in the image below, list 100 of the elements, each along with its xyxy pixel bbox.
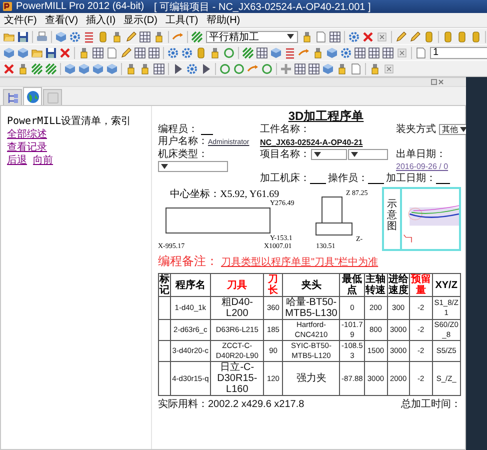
stripes-icon[interactable] (45, 62, 57, 74)
project-dropdown[interactable] (348, 149, 388, 160)
grid-icon[interactable] (148, 46, 160, 58)
menu-item[interactable]: 显示(D) (120, 13, 162, 27)
triangle-icon[interactable] (200, 62, 212, 74)
pencil-icon[interactable] (409, 30, 421, 42)
pencil-icon[interactable] (125, 30, 137, 42)
gear-icon[interactable] (340, 46, 352, 58)
close-icon[interactable] (376, 30, 388, 42)
cutter-icon[interactable] (301, 30, 313, 42)
page-icon[interactable] (415, 46, 427, 58)
nav-link[interactable]: 全部综述 (7, 129, 47, 140)
arrow-icon[interactable] (298, 46, 310, 58)
triangle-icon[interactable] (172, 62, 184, 74)
nav-link[interactable]: 查看记录 (7, 142, 47, 153)
cutter-icon[interactable] (17, 62, 29, 74)
project-dropdown[interactable] (311, 149, 347, 160)
cross-icon[interactable] (362, 30, 374, 42)
bars-icon[interactable] (284, 46, 296, 58)
save-icon[interactable] (45, 46, 57, 58)
cube-icon[interactable] (64, 62, 76, 74)
stripes-icon[interactable] (242, 46, 254, 58)
circle-icon[interactable] (233, 62, 245, 74)
cylinder-icon[interactable] (423, 30, 435, 42)
plus-icon[interactable] (280, 62, 292, 74)
menu-item[interactable]: 插入(I) (82, 13, 120, 27)
restore-icon[interactable] (431, 79, 437, 85)
grid-icon[interactable] (153, 62, 165, 74)
menu-item[interactable]: 帮助(H) (202, 13, 244, 27)
grid-icon[interactable] (139, 30, 151, 42)
cube-icon[interactable] (270, 46, 282, 58)
cylinder-icon[interactable] (195, 46, 207, 58)
clamp-dropdown[interactable]: 其他 (438, 124, 469, 135)
printer-icon[interactable] (36, 30, 48, 42)
page-icon[interactable] (315, 30, 327, 42)
cutter-icon[interactable] (336, 62, 348, 74)
circle-icon[interactable] (223, 46, 235, 58)
cutter-icon[interactable] (312, 46, 324, 58)
field-label: 加工日期： (386, 173, 436, 184)
panel-tab[interactable] (23, 87, 42, 105)
stripes-icon[interactable] (31, 62, 43, 74)
circle-icon[interactable] (219, 62, 231, 74)
arrow-icon[interactable] (172, 30, 184, 42)
strategy-dropdown[interactable]: 平行精加工 (206, 30, 298, 42)
stripes-icon[interactable] (191, 30, 203, 42)
grid-icon[interactable] (256, 46, 268, 58)
grid-icon[interactable] (294, 62, 306, 74)
cutter-icon[interactable] (153, 30, 165, 42)
cube-icon[interactable] (78, 62, 90, 74)
cutter-icon[interactable] (369, 62, 381, 74)
page-icon[interactable] (350, 62, 362, 74)
pencil-icon[interactable] (120, 46, 132, 58)
arrow-icon[interactable] (247, 62, 259, 74)
cylinder-icon[interactable] (97, 30, 109, 42)
cross-icon[interactable] (3, 62, 15, 74)
grid-icon[interactable] (368, 46, 380, 58)
page-icon[interactable] (106, 46, 118, 58)
gear-icon[interactable] (167, 46, 179, 58)
nav-link[interactable]: 向前 (33, 155, 54, 166)
menu-item[interactable]: 文件(F) (0, 13, 41, 27)
grid-icon[interactable] (134, 46, 146, 58)
level-dropdown[interactable]: 1 (430, 46, 487, 58)
cube-icon[interactable] (3, 46, 15, 58)
grid-icon[interactable] (308, 62, 320, 74)
circle-icon[interactable] (261, 62, 273, 74)
bars-icon[interactable] (83, 30, 95, 42)
cylinder-icon[interactable] (442, 30, 454, 42)
machine-type-dropdown[interactable] (158, 161, 228, 172)
cylinder-icon[interactable] (470, 30, 482, 42)
grid-icon[interactable] (329, 30, 341, 42)
cube-icon[interactable] (322, 62, 334, 74)
caret-icon (287, 34, 294, 39)
gear-icon[interactable] (69, 30, 81, 42)
cutter-icon[interactable] (111, 30, 123, 42)
cutter-icon[interactable] (209, 46, 221, 58)
panel-tab[interactable] (3, 89, 22, 105)
gear-icon[interactable] (186, 62, 198, 74)
grid-icon[interactable] (92, 46, 104, 58)
cube-icon[interactable] (17, 46, 29, 58)
pencil-icon[interactable] (395, 30, 407, 42)
menu-item[interactable]: 查看(V) (40, 13, 82, 27)
cross-icon[interactable] (59, 46, 71, 58)
gear-icon[interactable] (348, 30, 360, 42)
cutter-icon[interactable] (125, 62, 137, 74)
gear-icon[interactable] (181, 46, 193, 58)
save-icon[interactable] (17, 30, 29, 42)
close-icon[interactable] (396, 46, 408, 58)
grid-icon[interactable] (354, 46, 366, 58)
close-icon[interactable] (383, 62, 395, 74)
cylinder-icon[interactable] (456, 30, 468, 42)
close-icon[interactable] (438, 79, 444, 85)
cube-icon[interactable] (55, 30, 67, 42)
menu-item[interactable]: 工具(T) (161, 13, 202, 27)
cube-icon[interactable] (92, 62, 104, 74)
cube-icon[interactable] (326, 46, 338, 58)
cube-icon[interactable] (106, 62, 118, 74)
nav-link[interactable]: 后退 (7, 155, 27, 166)
cutter-icon[interactable] (139, 62, 151, 74)
grid-icon[interactable] (382, 46, 394, 58)
cutter-icon[interactable] (78, 46, 90, 58)
